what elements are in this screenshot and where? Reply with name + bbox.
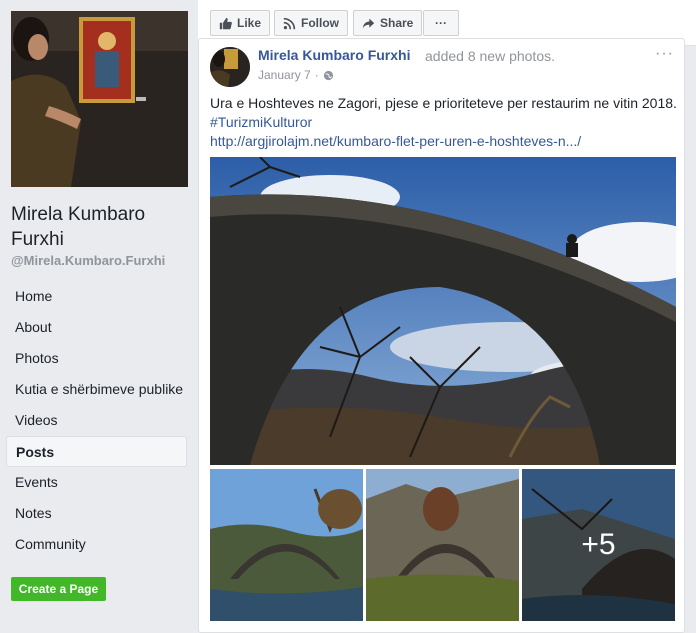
follow-button[interactable]: Follow: [274, 10, 348, 36]
post-meta: January 7 ·: [258, 68, 334, 82]
like-button[interactable]: Like: [210, 10, 271, 36]
create-page-button[interactable]: Create a Page: [11, 577, 106, 601]
thumbs-up-icon: [219, 17, 232, 29]
post-avatar[interactable]: [210, 47, 250, 87]
page-title[interactable]: Mirela Kumbaro Furxhi: [11, 202, 191, 252]
nav-item-home[interactable]: Home: [6, 281, 187, 312]
page-sidebar: Mirela Kumbaro Furxhi @Mirela.Kumbaro.Fu…: [0, 0, 198, 633]
like-label: Like: [237, 16, 262, 30]
more-photos-overlay[interactable]: +5: [522, 469, 675, 621]
post-photo-thumb-3[interactable]: +5: [522, 469, 675, 621]
post-card: Mirela Kumbaro Furxhi added 8 new photos…: [198, 38, 685, 633]
more-icon: ···: [435, 16, 447, 30]
post-photo-thumb-1[interactable]: [210, 469, 363, 621]
nav-item-posts[interactable]: Posts: [6, 436, 187, 467]
profile-photo[interactable]: [11, 11, 188, 187]
post-date[interactable]: January 7: [258, 68, 311, 82]
nav-item-public-services[interactable]: Kutia e shërbimeve publike: [6, 374, 187, 405]
share-button[interactable]: Share: [353, 10, 423, 36]
meta-separator: ·: [314, 68, 319, 82]
rss-icon: [283, 17, 296, 29]
post-photo-thumb-2[interactable]: [366, 469, 519, 621]
page-username[interactable]: @Mirela.Kumbaro.Furxhi: [11, 253, 165, 268]
post-action-text: added 8 new photos.: [425, 48, 555, 64]
nav-item-photos[interactable]: Photos: [6, 343, 187, 374]
share-label: Share: [380, 16, 414, 30]
post-photo-main[interactable]: [210, 157, 676, 465]
follow-label: Follow: [301, 16, 339, 30]
globe-icon[interactable]: [323, 70, 334, 81]
nav-item-community[interactable]: Community: [6, 529, 187, 560]
post-author-link[interactable]: Mirela Kumbaro Furxhi: [258, 47, 410, 63]
hashtag-link[interactable]: #TurizmiKulturor: [210, 113, 680, 132]
main-column: Like Follow Share ··· Mirela Kumbaro Fur…: [198, 0, 696, 633]
nav-item-about[interactable]: About: [6, 312, 187, 343]
article-link[interactable]: http://argjirolajm.net/kumbaro-flet-per-…: [210, 132, 680, 151]
post-body: Ura e Hoshteves ne Zagori, pjese e prior…: [210, 94, 680, 151]
page-nav: Home About Photos Kutia e shërbimeve pub…: [6, 281, 187, 560]
nav-item-videos[interactable]: Videos: [6, 405, 187, 436]
nav-item-notes[interactable]: Notes: [6, 498, 187, 529]
more-options-button[interactable]: ···: [423, 10, 459, 36]
post-caption: Ura e Hoshteves ne Zagori, pjese e prior…: [210, 95, 677, 111]
share-arrow-icon: [362, 18, 375, 28]
nav-item-events[interactable]: Events: [6, 467, 187, 498]
post-options-icon[interactable]: ···: [655, 45, 674, 63]
